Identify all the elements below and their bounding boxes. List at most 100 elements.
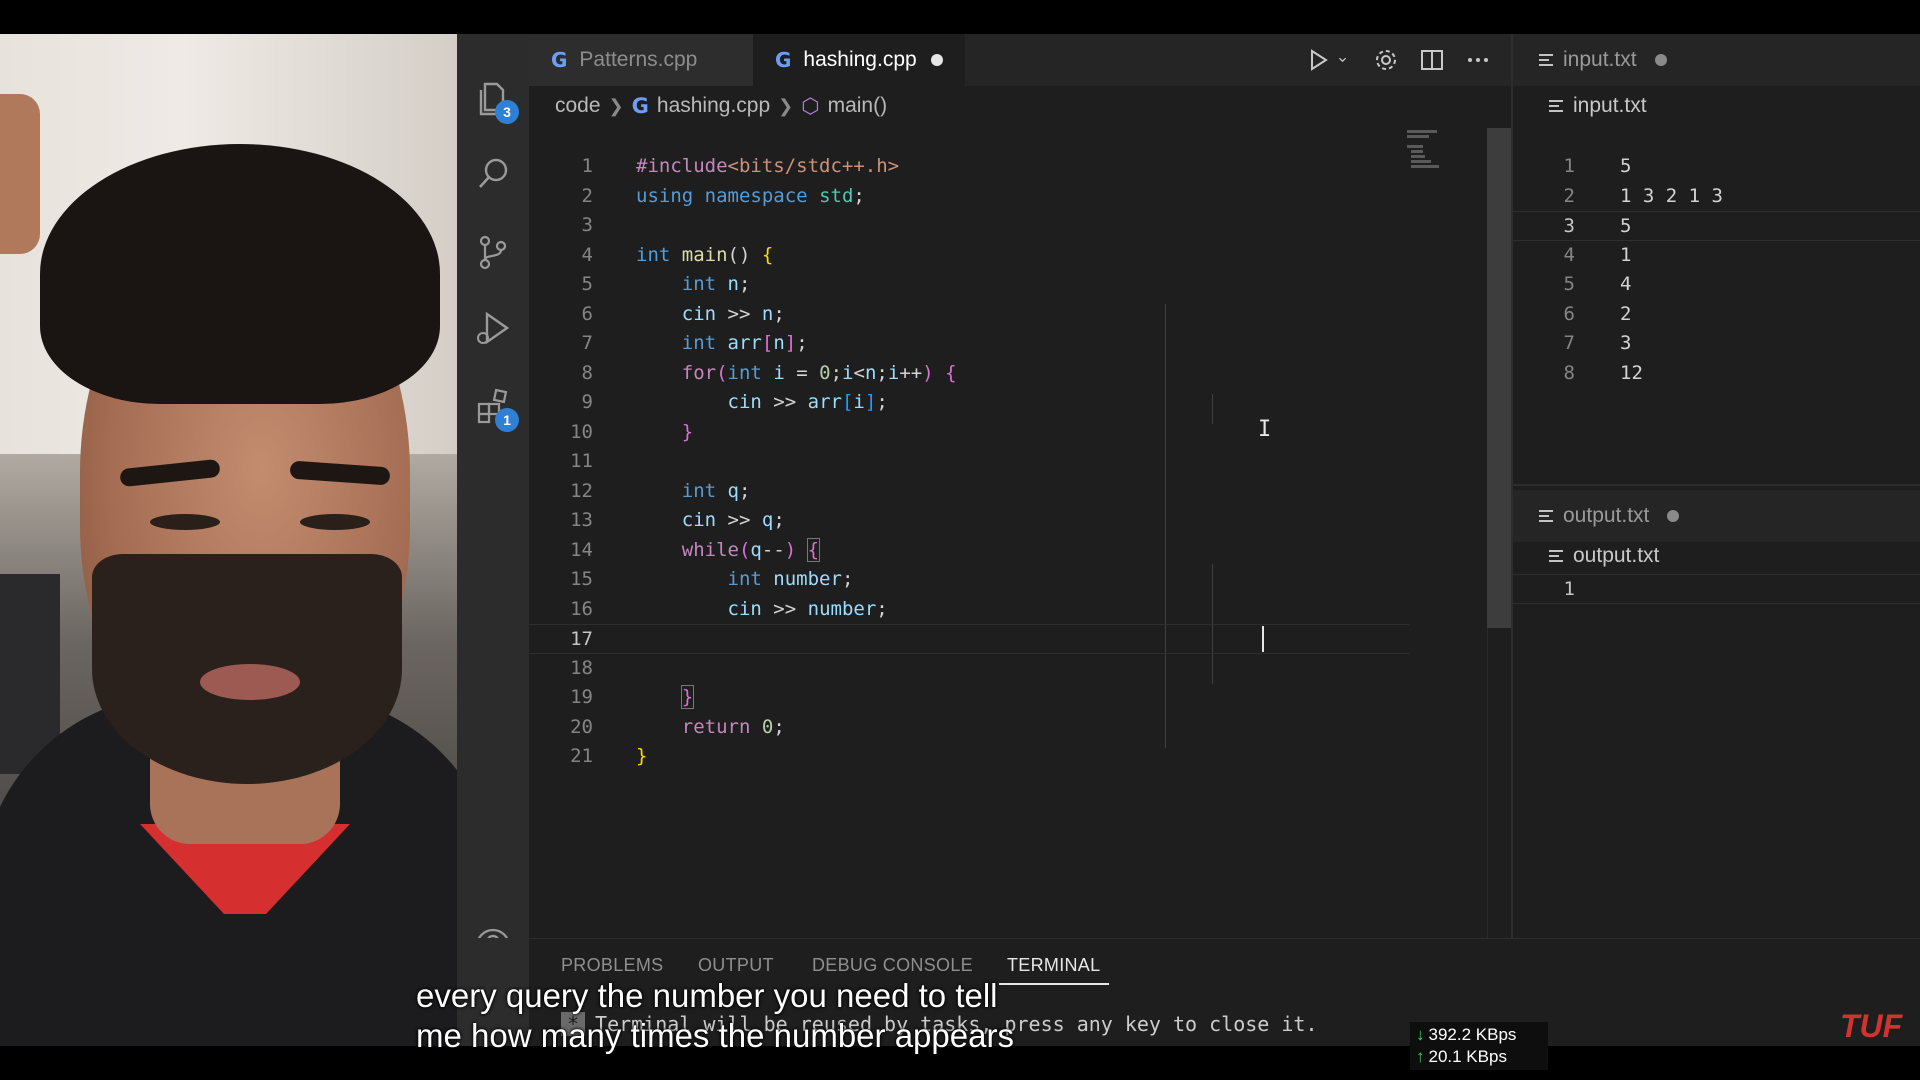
- run-debug-button[interactable]: [457, 296, 529, 360]
- input-line-current: 35: [1513, 211, 1920, 241]
- code-text: #include<bits/stdc++.h>: [636, 155, 900, 177]
- tab-patterns-cpp[interactable]: G Patterns.cpp: [529, 34, 753, 86]
- unsaved-dot-icon[interactable]: [1667, 510, 1680, 522]
- line-text: 4: [1620, 273, 1632, 295]
- cpp-file-icon: G: [631, 94, 649, 118]
- letterbox-top: [0, 0, 1920, 34]
- line-number: 5: [581, 273, 593, 295]
- background-object: [0, 94, 40, 254]
- search-button[interactable]: [457, 142, 529, 206]
- line-number: 14: [570, 538, 593, 561]
- line-number: 7: [581, 332, 593, 354]
- code-text: for(int i = 0;i<n;i++) {: [681, 361, 957, 384]
- breadcrumb-symbol[interactable]: main(): [828, 94, 888, 118]
- breadcrumb-file[interactable]: output.txt: [1573, 544, 1659, 568]
- left-eye: [150, 514, 220, 530]
- run-icon[interactable]: [1305, 47, 1331, 73]
- tab-output-txt[interactable]: output.txt: [1513, 490, 1920, 542]
- code-line: 4 int main() {: [529, 241, 1409, 271]
- breadcrumb-file[interactable]: input.txt: [1573, 94, 1647, 118]
- code-line: 12 int q;: [529, 477, 1409, 507]
- editor-area: G Patterns.cpp G hashing.cpp code ❯ G ha…: [529, 34, 1512, 938]
- chevron-down-icon[interactable]: [1337, 47, 1353, 73]
- explorer-badge: 3: [495, 100, 519, 124]
- tab-input-txt[interactable]: input.txt: [1513, 34, 1920, 86]
- run-debug-icon: [477, 311, 510, 345]
- line-text: 5: [1620, 215, 1632, 237]
- breadcrumb: code ❯ G hashing.cpp ❯ ⬡ main(): [529, 86, 1511, 126]
- code-text: using namespace std;: [636, 184, 865, 207]
- chevron-right-icon: ❯: [778, 95, 794, 116]
- code-text: cin >> number;: [727, 597, 888, 620]
- line-number: 17: [570, 628, 593, 650]
- line-number: 13: [570, 509, 593, 531]
- subtitle-line: me how many times the number appears: [416, 1017, 1014, 1054]
- source-control-icon: [479, 235, 507, 270]
- code-line: 7 int arr[n];: [529, 329, 1409, 359]
- split-divider[interactable]: [1513, 484, 1920, 486]
- unsaved-dot-icon[interactable]: [930, 54, 943, 66]
- split-editor-icon[interactable]: [1419, 47, 1445, 73]
- breadcrumb-folder[interactable]: code: [555, 94, 601, 118]
- code-line: 5 int n;: [529, 270, 1409, 300]
- upload-arrow-icon: ↑: [1416, 1047, 1425, 1066]
- line-text: 1 3 2 1 3: [1620, 184, 1723, 207]
- breadcrumb-file[interactable]: hashing.cpp: [657, 94, 770, 118]
- gear-icon[interactable]: [1373, 47, 1399, 73]
- source-control-button[interactable]: [457, 220, 529, 284]
- code-line: 20 return 0;: [529, 713, 1409, 743]
- code-line: 11: [529, 447, 1409, 477]
- tab-label: hashing.cpp: [803, 48, 917, 71]
- line-number: 3: [1563, 215, 1575, 237]
- code-text: int n;: [681, 273, 751, 295]
- line-number: 16: [570, 597, 593, 620]
- line-number: 1: [1563, 578, 1575, 600]
- text-cursor: [1262, 626, 1264, 652]
- line-number: 9: [581, 391, 593, 413]
- tab-hashing-cpp[interactable]: G hashing.cpp: [753, 34, 965, 86]
- code-line: 2 using namespace std;: [529, 182, 1409, 212]
- code-text: while(q--) {: [681, 537, 821, 562]
- editor-tabbar: G Patterns.cpp G hashing.cpp: [529, 34, 1511, 86]
- subtitle-line: every query the number you need to tell: [416, 977, 998, 1014]
- extensions-badge: 1: [495, 408, 519, 432]
- right-eye: [300, 514, 370, 530]
- code-line: 8 for(int i = 0;i<n;i++) {: [529, 359, 1409, 389]
- input-line: 62: [1513, 300, 1920, 330]
- upload-speed: 20.1 KBps: [1428, 1047, 1507, 1066]
- code-line-current: 17: [529, 624, 1409, 654]
- webcam-feed: [0, 34, 457, 1046]
- tab-terminal[interactable]: TERMINAL: [1007, 955, 1100, 976]
- code-editor[interactable]: 1 #include<bits/stdc++.h> 2 using namespac…: [529, 152, 1409, 772]
- tab-problems[interactable]: PROBLEMS: [561, 955, 663, 976]
- code-line: 14 while(q--) {: [529, 536, 1409, 566]
- line-number: 15: [570, 568, 593, 590]
- line-text: 5: [1620, 155, 1632, 177]
- code-text: int arr[n];: [681, 332, 808, 354]
- code-line: 21}: [529, 742, 1409, 772]
- line-number: 21: [570, 745, 593, 767]
- text-file-icon: [1539, 51, 1553, 69]
- extensions-button[interactable]: 1: [457, 374, 529, 438]
- cube-icon: ⬡: [801, 94, 820, 118]
- line-text: 12: [1620, 361, 1643, 384]
- explorer-button[interactable]: 3: [457, 66, 529, 130]
- line-number: 1: [581, 155, 593, 177]
- code-text: int number;: [727, 568, 854, 590]
- more-actions-icon[interactable]: [1465, 47, 1491, 73]
- line-number: 4: [1563, 243, 1575, 266]
- tab-debug-console[interactable]: DEBUG CONSOLE: [812, 955, 973, 976]
- minimap[interactable]: [1407, 128, 1497, 188]
- activity-bar: 3 1: [457, 34, 529, 1046]
- line-text: 1: [1620, 243, 1632, 266]
- line-number: 7: [1563, 332, 1575, 354]
- unsaved-dot-icon[interactable]: [1654, 54, 1667, 66]
- line-number: 8: [581, 361, 593, 384]
- code-text: int main() {: [636, 243, 774, 266]
- tab-label: input.txt: [1563, 48, 1637, 71]
- output-breadcrumb: output.txt: [1513, 536, 1659, 576]
- line-number: 5: [1563, 273, 1575, 295]
- scrollbar-thumb[interactable]: [1487, 128, 1511, 628]
- tab-output[interactable]: OUTPUT: [698, 955, 774, 976]
- line-number: 19: [570, 686, 593, 708]
